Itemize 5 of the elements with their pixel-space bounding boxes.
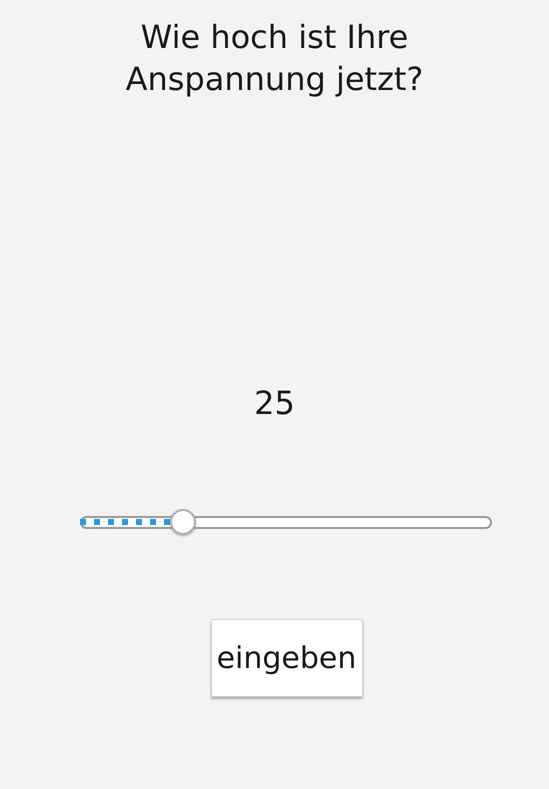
value-label: 25 (254, 383, 295, 423)
slider-thumb[interactable] (170, 509, 196, 535)
slider[interactable] (80, 509, 492, 535)
submit-button[interactable]: eingeben (210, 619, 362, 697)
question-text: Wie hoch ist Ihre Anspannung jetzt? (124, 17, 424, 100)
